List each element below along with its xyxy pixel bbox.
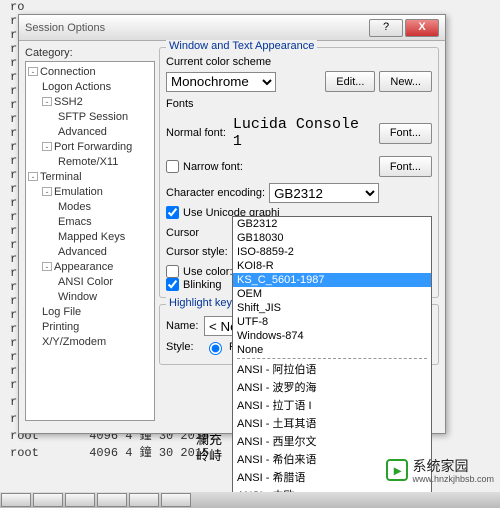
cursor-style-label: Cursor style: [166, 246, 228, 258]
normal-font-display: Lucida Console 1 [230, 113, 375, 153]
watermark: ▸ 系统家园 www.hnzkjhbsb.com [386, 456, 494, 484]
color-scheme-select[interactable]: Monochrome [166, 72, 276, 92]
encoding-option[interactable]: UTF-8 [233, 315, 431, 329]
blinking-checkbox[interactable] [166, 278, 179, 291]
encoding-option[interactable]: ISO-8859-2 [233, 245, 431, 259]
use-color-checkbox[interactable] [166, 265, 179, 278]
narrow-font-checkbox[interactable] [166, 160, 179, 173]
new-button[interactable]: New... [379, 71, 432, 92]
taskbar [0, 492, 500, 508]
tree-node[interactable]: Window [28, 290, 152, 305]
tree-node[interactable]: SFTP Session [28, 110, 152, 125]
char-encoding-select[interactable]: GB2312 [269, 183, 379, 203]
tree-node[interactable]: Remote/X11 [28, 155, 152, 170]
category-tree[interactable]: -ConnectionLogon Actions-SSH2SFTP Sessio… [25, 61, 155, 421]
encoding-option[interactable]: ANSI - 阿拉伯语 [233, 360, 431, 378]
tree-node[interactable]: Log File [28, 305, 152, 320]
encoding-option[interactable]: Shift_JIS [233, 301, 431, 315]
dialog-title: Session Options [25, 22, 367, 34]
tree-node[interactable]: Printing [28, 320, 152, 335]
tree-node[interactable]: -Terminal [28, 170, 152, 185]
watermark-name: 系统家园 [412, 458, 468, 474]
tree-node[interactable]: Advanced [28, 245, 152, 260]
use-unicode-checkbox[interactable] [166, 206, 179, 219]
tree-node[interactable]: -Appearance [28, 260, 152, 275]
font-button[interactable]: Font... [379, 123, 432, 144]
close-button[interactable]: X [405, 19, 439, 37]
encoding-option[interactable]: Windows-874 [233, 329, 431, 343]
watermark-logo-icon: ▸ [386, 459, 408, 481]
help-button[interactable]: ? [369, 19, 403, 37]
blinking-label: Blinking [183, 279, 222, 291]
tree-node[interactable]: Modes [28, 200, 152, 215]
group-legend: Window and Text Appearance [166, 40, 317, 52]
encoding-option[interactable]: GB2312 [233, 217, 431, 231]
taskbar-app[interactable] [129, 493, 159, 507]
tree-node[interactable]: -SSH2 [28, 95, 152, 110]
taskbar-app[interactable] [97, 493, 127, 507]
tree-node[interactable]: -Connection [28, 65, 152, 80]
tree-node[interactable]: Logon Actions [28, 80, 152, 95]
category-label: Category: [25, 47, 155, 59]
color-scheme-label: Current color scheme [166, 56, 432, 68]
titlebar: Session Options ? X [19, 15, 445, 41]
taskbar-app[interactable] [1, 493, 31, 507]
name-label: Name: [166, 320, 200, 332]
encoding-option[interactable]: KOI8-R [233, 259, 431, 273]
encoding-option[interactable]: OEM [233, 287, 431, 301]
encoding-option[interactable]: GB18030 [233, 231, 431, 245]
encoding-option[interactable]: ANSI - 拉丁语 I [233, 396, 431, 414]
taskbar-app[interactable] [161, 493, 191, 507]
reverse-radio[interactable] [209, 342, 222, 355]
watermark-url: www.hnzkjhbsb.com [412, 474, 494, 484]
fonts-label: Fonts [166, 98, 432, 110]
tree-node[interactable]: -Port Forwarding [28, 140, 152, 155]
char-encoding-label: Character encoding: [166, 187, 265, 199]
encoding-option[interactable]: ANSI - 西里尔文 [233, 432, 431, 450]
encoding-option[interactable]: None [233, 343, 431, 357]
taskbar-app[interactable] [65, 493, 95, 507]
encoding-option[interactable]: ANSI - 波罗的海 [233, 378, 431, 396]
edit-button[interactable]: Edit... [325, 71, 375, 92]
tree-node[interactable]: Emacs [28, 215, 152, 230]
narrow-font-label: Narrow font: [183, 161, 243, 173]
font-button-2[interactable]: Font... [379, 156, 432, 177]
tree-node[interactable]: ANSI Color [28, 275, 152, 290]
encoding-option[interactable]: KS_C_5601-1987 [233, 273, 431, 287]
use-color-label: Use color: [183, 266, 233, 278]
normal-font-label: Normal font: [166, 127, 226, 139]
encoding-option[interactable]: ANSI - 土耳其语 [233, 414, 431, 432]
tree-node[interactable]: Advanced [28, 125, 152, 140]
tree-node[interactable]: -Emulation [28, 185, 152, 200]
style-label: Style: [166, 341, 200, 353]
tree-node[interactable]: X/Y/Zmodem [28, 335, 152, 350]
taskbar-app[interactable] [33, 493, 63, 507]
tree-node[interactable]: Mapped Keys [28, 230, 152, 245]
